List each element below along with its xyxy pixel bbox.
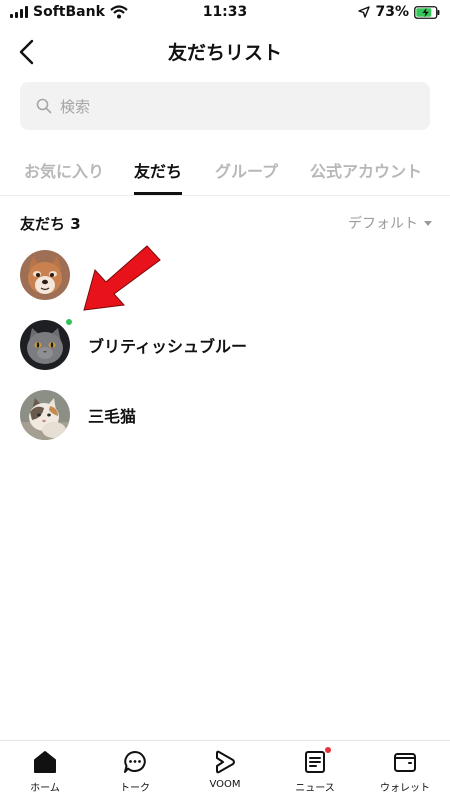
nav-label: トーク: [120, 783, 150, 794]
notification-badge: [325, 747, 331, 753]
active-tab-indicator: [134, 192, 182, 195]
home-icon: [34, 751, 56, 773]
battery-charging-icon: [414, 5, 440, 19]
friend-name: 三毛猫: [88, 407, 137, 426]
nav-label: ニュース: [295, 783, 335, 794]
nav-news[interactable]: ニュース: [270, 741, 360, 800]
gray-cat-photo: [20, 320, 70, 370]
news-icon-wrap: [302, 747, 331, 775]
sort-label: デフォルト: [348, 216, 418, 232]
online-status-indicator: [65, 318, 73, 326]
avatar: [20, 320, 70, 370]
status-right: 73%: [358, 4, 440, 20]
search-icon: [36, 98, 52, 114]
sort-dropdown[interactable]: デフォルト: [348, 213, 432, 233]
tab-favorites[interactable]: お気に入り: [24, 158, 104, 182]
caret-down-icon: [424, 220, 432, 226]
status-bar: SoftBank 11:33 73%: [0, 0, 450, 26]
bottom-tab-bar: ホーム トーク VOOM ニュース ウォレット: [0, 740, 450, 800]
tab-bar: お気に入り 友だち グループ 公式アカウント: [0, 150, 450, 196]
nav-label: ホーム: [30, 783, 60, 794]
tab-official-accounts[interactable]: 公式アカウント: [310, 158, 422, 182]
news-icon: [305, 751, 325, 773]
friend-name: ブリティッシュブルー: [88, 337, 248, 356]
avatar: [20, 390, 70, 440]
friends-count-title: 友だち 3: [20, 215, 81, 233]
voom-icon: [216, 750, 235, 774]
friend-row[interactable]: ブリティッシュブルー: [0, 312, 450, 380]
shiba-dog-photo: [20, 250, 70, 300]
battery-percent: 73%: [375, 4, 409, 20]
nav-label: VOOM: [209, 779, 241, 790]
tab-friends[interactable]: 友だち: [134, 158, 182, 182]
chat-icon: [124, 751, 146, 773]
nav-label: ウォレット: [380, 783, 430, 794]
location-arrow-icon: [358, 6, 371, 18]
nav-wallet[interactable]: ウォレット: [360, 741, 450, 800]
avatar: [20, 250, 70, 300]
nav-voom[interactable]: VOOM: [180, 741, 270, 800]
search-input[interactable]: 検索: [20, 82, 430, 130]
calico-cat-photo: [20, 390, 70, 440]
annotation-arrow-icon: [83, 245, 161, 311]
tab-groups[interactable]: グループ: [215, 158, 278, 182]
search-placeholder: 検索: [60, 97, 91, 116]
nav-home[interactable]: ホーム: [0, 741, 90, 800]
wallet-icon: [394, 753, 416, 772]
nav-talk[interactable]: トーク: [90, 741, 180, 800]
page-title: 友だちリスト: [167, 42, 282, 64]
friend-row[interactable]: 三毛猫: [0, 382, 450, 450]
nav-bar: 友だちリスト: [0, 26, 450, 78]
